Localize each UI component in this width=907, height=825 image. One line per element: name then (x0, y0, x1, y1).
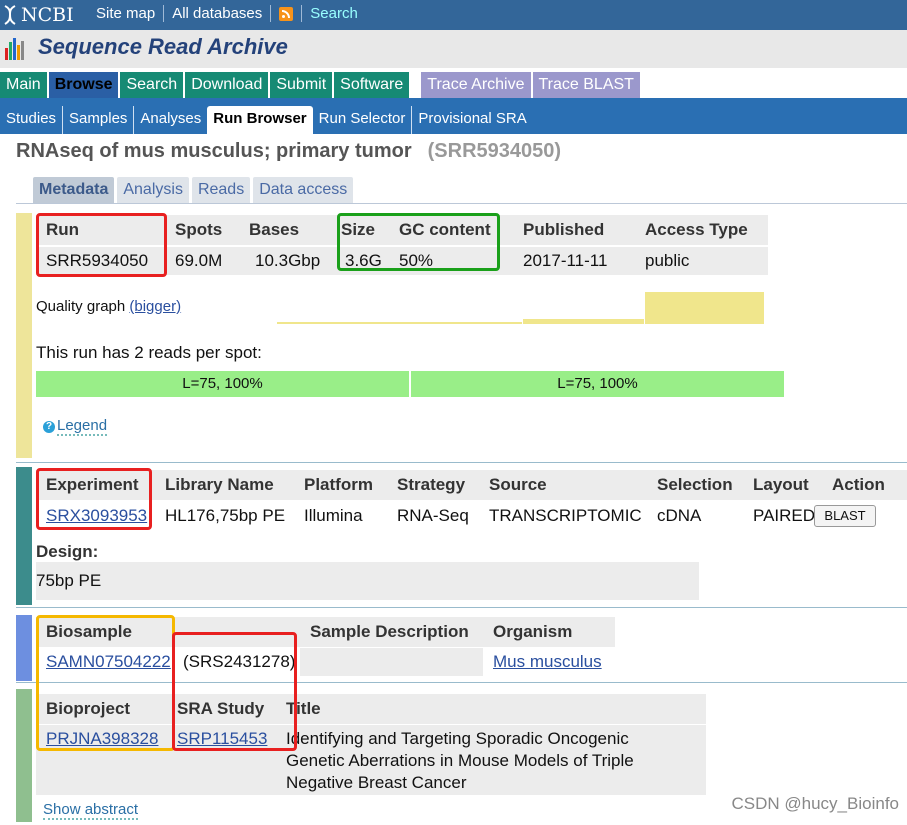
access-type-value: public (635, 247, 768, 275)
sample-description-value (300, 648, 483, 676)
panel-strip (16, 467, 32, 605)
tab-browse[interactable]: Browse (48, 72, 119, 98)
design-label: Design: (36, 542, 99, 561)
title-header: Title (276, 694, 706, 724)
section-tabs: Metadata Analysis Reads Data access (33, 177, 356, 203)
tab-metadata[interactable]: Metadata (33, 177, 115, 203)
help-icon: ? (43, 421, 55, 433)
title-line: Negative Breast Cancer (286, 773, 467, 792)
blast-button[interactable]: BLAST (814, 505, 876, 527)
helix-icon (4, 5, 16, 25)
source-value: TRANSCRIPTOMIC (479, 502, 647, 530)
tab-software[interactable]: Software (334, 72, 410, 98)
tab-main[interactable]: Main (0, 72, 47, 98)
bigger-link[interactable]: (bigger) (129, 298, 181, 315)
ncbi-top-bar: NCBI Site map All databases Search (0, 0, 907, 30)
subnav-samples[interactable]: Samples (63, 106, 135, 134)
annotation-box-experiment (36, 468, 152, 530)
quality-graph-bar (277, 322, 522, 324)
tab-data-access[interactable]: Data access (253, 177, 354, 203)
divider (16, 203, 907, 204)
annotation-box-run (36, 213, 167, 277)
annotation-box-size-gc (337, 213, 500, 271)
action-header: Action (822, 470, 907, 500)
annotation-box-biosample-bioproject (36, 615, 175, 751)
layout-header: Layout (743, 470, 822, 500)
quality-graph-bar (523, 319, 644, 324)
quality-graph-label: Quality graph (bigger) (36, 298, 182, 315)
reads-per-spot-text: This run has 2 reads per spot: (36, 343, 262, 362)
divider (16, 607, 907, 608)
design-value: 75bp PE (36, 562, 699, 600)
panel-strip (16, 615, 32, 681)
bases-header: Bases (239, 215, 331, 245)
run-title: RNAseq of mus musculus; primary tumor (16, 140, 412, 162)
strategy-value: RNA-Seq (387, 502, 479, 530)
read-bar: L=75, 100% (411, 371, 784, 397)
ncbi-logo-text: NCBI (21, 4, 74, 26)
title-line: Identifying and Targeting Sporadic Oncog… (286, 729, 629, 748)
page-title: RNAseq of mus musculus; primary tumor (SR… (16, 140, 561, 163)
tab-trace-blast[interactable]: Trace BLAST (532, 72, 640, 98)
strategy-header: Strategy (387, 470, 479, 500)
subnav-studies[interactable]: Studies (0, 106, 64, 134)
tab-trace-archive[interactable]: Trace Archive (421, 72, 531, 98)
divider (301, 5, 303, 22)
tab-analysis[interactable]: Analysis (117, 177, 189, 203)
sub-navigation: Studies Samples Analyses Run Browser Run… (0, 98, 907, 134)
published-value: 2017-11-11 (513, 247, 635, 275)
app-title: Sequence Read Archive (38, 34, 288, 59)
watermark: CSDN @hucy_Bioinfo (731, 794, 900, 813)
panel-strip (16, 213, 32, 458)
run-accession: (SRR5934050) (427, 140, 562, 162)
organism-header: Organism (483, 617, 615, 647)
organism-value: Mus musculus (493, 652, 602, 672)
platform-value: Illumina (294, 502, 387, 530)
title-value: Identifying and Targeting Sporadic Oncog… (276, 725, 706, 795)
sample-description-header: Sample Description (300, 617, 483, 647)
site-map-link[interactable]: Site map (96, 5, 155, 22)
source-header: Source (479, 470, 647, 500)
sra-logo-icon (5, 38, 25, 60)
library-name-value: HL176,75bp PE (155, 502, 294, 530)
tab-search[interactable]: Search (120, 72, 184, 98)
platform-header: Platform (294, 470, 387, 500)
show-abstract-toggle[interactable]: Show abstract (43, 801, 139, 820)
layout-value: PAIRED (743, 502, 822, 530)
divider (16, 462, 907, 463)
subnav-provisional-sra[interactable]: Provisional SRA (412, 106, 532, 134)
read-bar: L=75, 100% (36, 371, 409, 397)
spots-value: 69.0M (165, 247, 239, 275)
bases-value: 10.3Gbp (239, 247, 331, 275)
published-header: Published (513, 215, 635, 245)
show-abstract-link[interactable]: Show abstract (43, 801, 139, 820)
access-type-header: Access Type (635, 215, 768, 245)
app-title-bar: Sequence Read Archive (0, 30, 907, 68)
divider (163, 5, 165, 22)
subnav-analyses[interactable]: Analyses (134, 106, 207, 134)
rss-icon[interactable] (279, 6, 294, 21)
annotation-box-srs-study (172, 632, 297, 751)
organism-link[interactable]: Mus musculus (493, 652, 602, 671)
spots-header: Spots (165, 215, 239, 245)
ncbi-logo[interactable]: NCBI (2, 4, 74, 26)
search-link[interactable]: Search (310, 5, 358, 22)
tab-reads[interactable]: Reads (191, 177, 251, 203)
tab-submit[interactable]: Submit (270, 72, 333, 98)
selection-value: cDNA (647, 502, 743, 530)
selection-header: Selection (647, 470, 743, 500)
legend-link[interactable]: Legend (57, 417, 108, 436)
tab-download[interactable]: Download (185, 72, 269, 98)
panel-strip (16, 689, 32, 822)
legend-toggle[interactable]: ? Legend (43, 417, 108, 436)
library-name-header: Library Name (155, 470, 294, 500)
all-databases-link[interactable]: All databases (172, 5, 262, 22)
main-tabs: Main Browse Search Download Submit Softw… (0, 72, 642, 98)
title-line: Genetic Aberrations in Mouse Models of T… (286, 751, 634, 770)
subnav-run-browser[interactable]: Run Browser (207, 106, 313, 134)
divider (270, 5, 272, 22)
subnav-run-selector[interactable]: Run Selector (313, 106, 413, 134)
quality-graph-bar (645, 292, 764, 324)
